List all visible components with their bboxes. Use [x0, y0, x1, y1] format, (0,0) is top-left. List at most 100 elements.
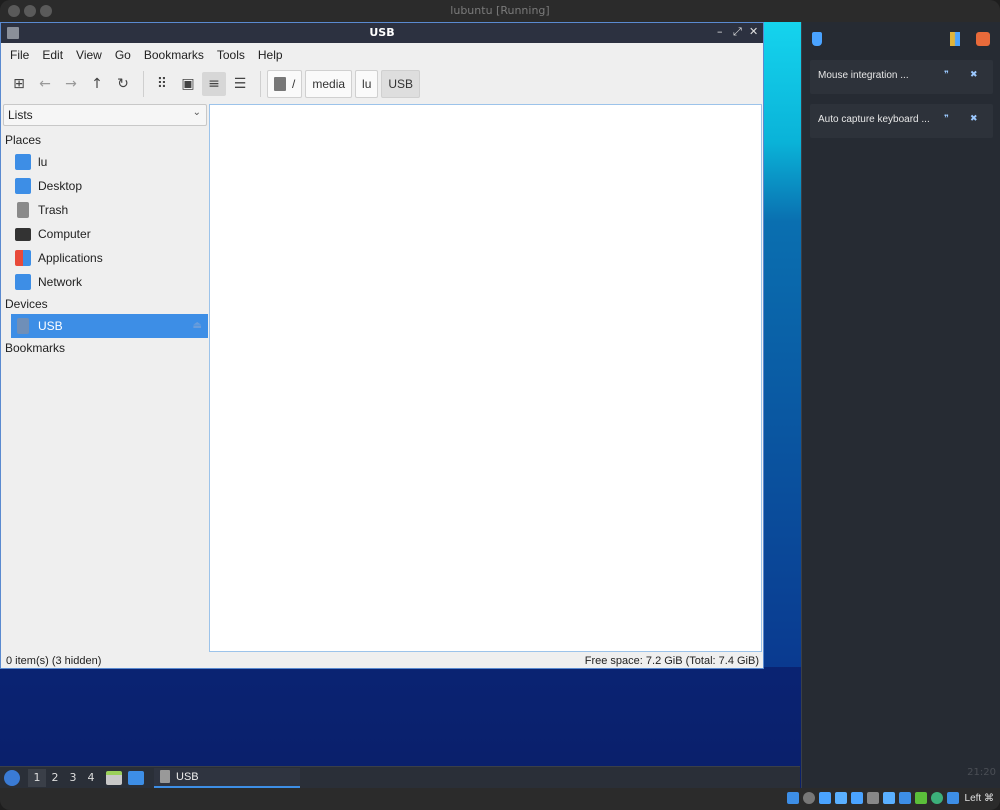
- menu-bookmarks[interactable]: Bookmarks: [139, 48, 209, 62]
- menu-tools[interactable]: Tools: [212, 48, 250, 62]
- window-title: USB: [369, 26, 395, 39]
- list-compact-icon: ≡: [208, 76, 220, 92]
- menu-bar: File Edit View Go Bookmarks Tools Help: [1, 43, 763, 67]
- tray-area-dimmed: 21:20: [852, 764, 1000, 784]
- place-desktop[interactable]: Desktop: [3, 174, 208, 198]
- show-desktop-icon[interactable]: [128, 770, 144, 785]
- cpu-icon[interactable]: [914, 792, 927, 804]
- device-label: USB: [38, 319, 63, 333]
- breadcrumb-root[interactable]: /: [267, 70, 303, 98]
- place-home[interactable]: lu: [3, 150, 208, 174]
- info-icon[interactable]: ❞: [944, 70, 949, 80]
- file-list-view[interactable]: [209, 104, 762, 652]
- maximize-button[interactable]: ⤢: [733, 25, 742, 39]
- place-network[interactable]: Network: [3, 270, 208, 294]
- close-icon[interactable]: ✖: [970, 70, 978, 80]
- forward-button[interactable]: →: [59, 72, 83, 96]
- arrow-right-icon: →: [65, 76, 77, 92]
- file-manager-window: USB – ⤢ ✕ File Edit View Go Bookmarks To…: [0, 22, 764, 669]
- desktop-switch-3[interactable]: 3: [64, 769, 82, 787]
- desktop-icon: [15, 178, 31, 194]
- desktop-wallpaper-accent: [763, 22, 801, 222]
- device-usb[interactable]: USB ⏏: [11, 314, 208, 338]
- hard-disk-icon[interactable]: [786, 792, 799, 804]
- host-window-title: lubuntu [Running]: [450, 4, 550, 17]
- reload-button[interactable]: ↻: [111, 72, 135, 96]
- place-applications[interactable]: Applications: [3, 246, 208, 270]
- place-label: Trash: [38, 203, 69, 217]
- section-places: Places: [5, 133, 42, 147]
- mouse-integration-icon[interactable]: [930, 792, 943, 804]
- notification-icon: [812, 32, 822, 46]
- display-icon[interactable]: [882, 792, 895, 804]
- compact-view-button[interactable]: ≡: [202, 72, 226, 96]
- menu-go[interactable]: Go: [110, 48, 136, 62]
- close-icon[interactable]: ✖: [970, 114, 978, 124]
- drive-icon: [274, 77, 286, 91]
- audio-icon[interactable]: [818, 792, 831, 804]
- up-button[interactable]: ↑: [85, 72, 109, 96]
- shared-folders-icon[interactable]: [866, 792, 879, 804]
- usb-icon[interactable]: [850, 792, 863, 804]
- minimize-button[interactable]: –: [717, 25, 723, 38]
- breadcrumb-lu[interactable]: lu: [355, 70, 379, 98]
- new-tab-icon: ⊞: [13, 76, 25, 92]
- free-space-status: Free space: 7.2 GiB (Total: 7.4 GiB): [584, 655, 759, 667]
- chevron-down-icon: ⌄: [192, 107, 201, 118]
- desktop-switch-4[interactable]: 4: [82, 769, 100, 787]
- desktop-wallpaper-accent-lower: [763, 222, 801, 667]
- optical-drive-icon[interactable]: [802, 792, 815, 804]
- recording-icon[interactable]: [898, 792, 911, 804]
- trash-icon: [17, 202, 29, 218]
- place-label: Network: [38, 275, 83, 289]
- eject-icon[interactable]: ⏏: [193, 320, 202, 331]
- section-bookmarks: Bookmarks: [5, 341, 66, 355]
- keyboard-capture-icon[interactable]: [946, 792, 959, 804]
- list-detail-icon: ☰: [233, 76, 247, 92]
- detailed-view-button[interactable]: ☰: [228, 72, 252, 96]
- menu-file[interactable]: File: [5, 48, 34, 62]
- back-button[interactable]: ←: [33, 72, 57, 96]
- notification-text: Mouse integration ...: [818, 70, 909, 81]
- place-trash[interactable]: Trash: [3, 198, 208, 222]
- icon-view-button[interactable]: ⠿: [150, 72, 174, 96]
- breadcrumb-media[interactable]: media: [305, 70, 353, 98]
- notification-panel: Mouse integration ... ❞ ✖ Auto capture k…: [801, 22, 1000, 788]
- taskbar-item-usb[interactable]: USB: [154, 767, 300, 788]
- start-menu-icon[interactable]: [4, 769, 20, 786]
- info-icon[interactable]: ❞: [944, 114, 949, 124]
- place-computer[interactable]: Computer: [3, 222, 208, 246]
- menu-edit[interactable]: Edit: [37, 48, 68, 62]
- sort-icon[interactable]: [950, 32, 960, 46]
- desktop-switch-1[interactable]: 1: [28, 768, 46, 787]
- toolbar-separator: [260, 71, 261, 97]
- arrow-up-icon: ↑: [91, 76, 103, 92]
- image-icon: ▣: [181, 76, 195, 92]
- notification-item[interactable]: Auto capture keyboard ... ❞ ✖: [810, 104, 993, 138]
- network-icon[interactable]: [834, 792, 847, 804]
- new-tab-button[interactable]: ⊞: [7, 72, 31, 96]
- menu-view[interactable]: View: [71, 48, 107, 62]
- file-manager-launcher-icon[interactable]: [106, 770, 122, 785]
- status-bar: 0 item(s) (3 hidden) Free space: 7.2 GiB…: [1, 653, 763, 669]
- breadcrumb-usb[interactable]: USB: [381, 70, 421, 98]
- arrow-left-icon: ←: [39, 76, 51, 92]
- guest-desktop: USB – ⤢ ✕ File Edit View Go Bookmarks To…: [0, 22, 1000, 788]
- desktop-switch-2[interactable]: 2: [46, 769, 64, 787]
- host-titlebar: lubuntu [Running]: [0, 0, 1000, 22]
- place-label: Applications: [38, 251, 103, 265]
- host-key-label: Left ⌘: [964, 792, 994, 804]
- close-button[interactable]: ✕: [749, 25, 758, 38]
- taskbar-panel: 1 2 3 4 USB: [0, 766, 800, 788]
- menu-help[interactable]: Help: [253, 48, 288, 62]
- place-label: Computer: [38, 227, 91, 241]
- usb-drive-icon: [17, 318, 29, 334]
- window-titlebar[interactable]: USB – ⤢ ✕: [1, 23, 763, 43]
- clear-all-icon[interactable]: [976, 32, 990, 46]
- grid-icon: ⠿: [156, 76, 168, 92]
- notification-item[interactable]: Mouse integration ... ❞ ✖: [810, 60, 993, 94]
- task-label: USB: [176, 770, 199, 783]
- notification-header: [802, 28, 1000, 50]
- side-pane-mode-select[interactable]: Lists ⌄: [3, 104, 207, 126]
- thumbnail-view-button[interactable]: ▣: [176, 72, 200, 96]
